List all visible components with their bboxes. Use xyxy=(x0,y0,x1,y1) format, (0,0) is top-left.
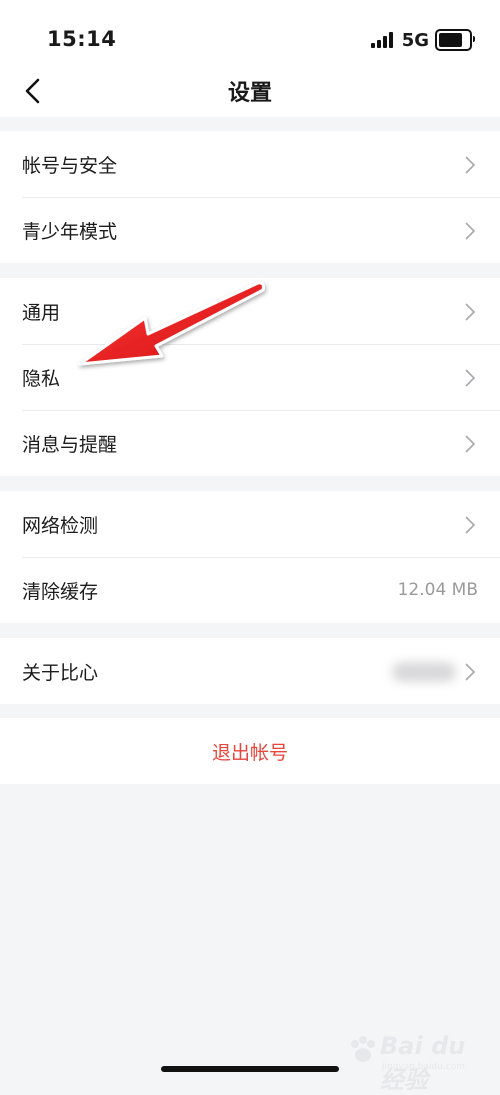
chevron-right-icon xyxy=(465,663,476,681)
settings-group-network: 网络检测 清除缓存 12.04 MB xyxy=(0,491,500,623)
settings-item-label: 帐号与安全 xyxy=(22,154,118,177)
status-indicators: 5G xyxy=(370,29,475,51)
settings-item-label: 网络检测 xyxy=(22,514,99,537)
settings-item-general[interactable]: 通用 xyxy=(0,278,500,344)
baidu-watermark: Bai du 经验 jingyan.baidu.com xyxy=(346,1030,486,1094)
settings-item-label: 隐私 xyxy=(22,367,61,390)
chevron-right-icon xyxy=(465,369,476,387)
settings-item-network-check[interactable]: 网络检测 xyxy=(0,491,500,557)
signal-icon xyxy=(370,32,395,48)
settings-item-account-security[interactable]: 帐号与安全 xyxy=(0,131,500,197)
settings-item-label: 通用 xyxy=(22,301,61,324)
status-time: 15:14 xyxy=(47,27,117,51)
chevron-right-icon xyxy=(465,222,476,240)
logout-label: 退出帐号 xyxy=(211,741,288,764)
version-value-blurred xyxy=(392,662,456,682)
home-indicator[interactable] xyxy=(161,1066,339,1072)
settings-group-general: 通用 隐私 消息与提醒 xyxy=(0,278,500,476)
watermark-url: jingyan.baidu.com xyxy=(382,1062,466,1072)
settings-item-teen-mode[interactable]: 青少年模式 xyxy=(0,197,500,263)
nav-bar: 设置 xyxy=(0,66,500,117)
logout-button[interactable]: 退出帐号 xyxy=(0,718,500,784)
settings-item-clear-cache[interactable]: 清除缓存 12.04 MB xyxy=(0,557,500,623)
status-bar: 15:14 5G xyxy=(0,0,500,66)
settings-item-notifications[interactable]: 消息与提醒 xyxy=(0,410,500,476)
chevron-right-icon xyxy=(465,156,476,174)
settings-item-label: 消息与提醒 xyxy=(22,433,118,456)
page-title: 设置 xyxy=(227,81,272,106)
network-type: 5G xyxy=(401,29,429,51)
cache-size-value: 12.04 MB xyxy=(397,580,478,600)
settings-group-about: 关于比心 xyxy=(0,638,500,704)
settings-item-about[interactable]: 关于比心 xyxy=(0,638,500,704)
paw-icon xyxy=(351,1036,375,1062)
chevron-right-icon xyxy=(465,435,476,453)
battery-icon xyxy=(435,29,475,51)
settings-item-label: 关于比心 xyxy=(22,661,99,684)
settings-group-account: 帐号与安全 青少年模式 xyxy=(0,131,500,263)
chevron-right-icon xyxy=(465,303,476,321)
settings-item-label: 青少年模式 xyxy=(22,220,118,243)
settings-item-privacy[interactable]: 隐私 xyxy=(0,344,500,410)
settings-item-label: 清除缓存 xyxy=(22,580,99,603)
chevron-right-icon xyxy=(465,516,476,534)
